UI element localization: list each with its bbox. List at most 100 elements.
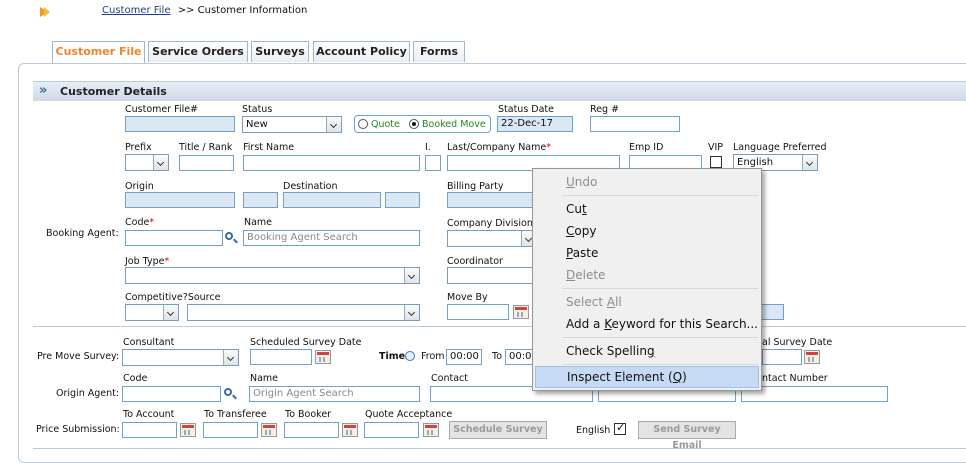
menu-separator [563,195,758,196]
menu-item-check-spelling[interactable]: Check Spelling [535,340,759,362]
menu-item-add-keyword[interactable]: Add a Keyword for this Search... [535,313,759,335]
initial-field[interactable] [425,155,441,171]
move-by-field[interactable] [447,304,509,320]
reg-no-label: Reg # [590,104,620,115]
tab-customer-file[interactable]: Customer File [52,41,145,63]
search-icon[interactable] [225,232,233,240]
from-label: From [421,351,445,362]
calendar-icon[interactable] [804,350,820,364]
menu-item-undo[interactable]: Undo [535,171,759,193]
breadcrumb-separator: >> [177,5,195,16]
scheduled-survey-date-field[interactable] [250,349,312,365]
vip-label: VIP [708,142,724,153]
schedule-survey-button[interactable]: Schedule Survey [449,421,547,439]
consultant-select[interactable] [122,349,239,366]
booking-agent-search-field[interactable]: Booking Agent Search [243,230,420,246]
clock-icon [405,351,415,361]
chevron-down-icon [404,268,419,283]
contact-number-field[interactable] [741,386,888,402]
tab-account-policy[interactable]: Account Policy [313,41,410,62]
origin-code-label: Code [123,373,148,384]
english-checkbox[interactable]: ✓ [614,421,626,435]
destination-label: Destination [283,181,338,192]
menu-item-cut[interactable]: Cut [535,198,759,220]
from-time-field[interactable]: 00:00 [446,349,482,365]
tab-forms[interactable]: Forms [413,41,465,62]
origin-country-field[interactable] [243,192,278,208]
destination-field[interactable] [283,192,381,208]
tab-surveys[interactable]: Surveys [251,41,309,62]
source-select[interactable] [187,304,420,321]
to-booker-field[interactable] [284,422,339,438]
breadcrumb-link[interactable]: Customer File [102,5,171,16]
calendar-icon[interactable] [180,423,196,437]
name-label: Name [244,217,273,228]
booking-agent-code-field[interactable] [125,230,223,246]
origin-name-label: Name [250,373,279,384]
to-account-field[interactable] [122,422,177,438]
time-label: Time [379,351,406,362]
origin-agent-code-field[interactable] [122,386,221,402]
chevron-down-icon [153,155,168,170]
destination-country-field[interactable] [385,192,420,208]
actual-survey-date-field[interactable] [762,349,802,365]
calendar-icon[interactable] [261,423,277,437]
menu-separator [563,337,758,338]
title-rank-field[interactable] [179,155,234,171]
menu-item-paste[interactable]: Paste [535,242,759,264]
calendar-icon[interactable] [315,350,331,364]
search-icon[interactable] [224,388,232,396]
to-time-field[interactable]: 00:00 [505,349,535,365]
english-label: English [576,425,611,436]
first-name-field[interactable] [243,155,420,171]
status-date-field[interactable]: 22-Dec-17 [497,116,573,132]
language-value: English [737,157,774,168]
competitive-select[interactable] [125,304,179,321]
menu-item-inspect-element[interactable]: Inspect Element (Q) [535,366,759,388]
calendar-icon[interactable] [342,423,358,437]
menu-item-select-all[interactable]: Select All [535,291,759,313]
menu-item-copy[interactable]: Copy [535,220,759,242]
tab-service-orders[interactable]: Service Orders [148,41,248,62]
divider [33,326,966,327]
menu-item-delete[interactable]: Delete [535,264,759,286]
calendar-icon[interactable] [513,305,529,319]
initial-label: I. [425,142,431,153]
booked-move-radio[interactable] [409,119,419,129]
required-marker: * [164,256,170,267]
right-field[interactable] [760,304,784,320]
company-division-label: Company Division [447,218,533,229]
to-transferee-field[interactable] [203,422,258,438]
customer-file-no-field[interactable] [125,116,235,132]
send-survey-email-button[interactable]: Send Survey Email [638,421,736,451]
reg-no-field[interactable] [590,116,680,132]
last-company-text: Last/Company Name [447,142,547,153]
language-label: Language Preferred [733,142,827,153]
quote-label: Quote [371,119,400,130]
vip-checkbox[interactable] [710,156,722,168]
job-type-select[interactable] [125,267,420,284]
origin-agent-search-field[interactable]: Origin Agent Search [249,386,420,402]
status-select[interactable]: New [242,116,342,133]
coordinator-select[interactable] [447,267,537,284]
quote-radio[interactable] [358,119,368,129]
origin-field[interactable] [125,192,235,208]
section-header: » Customer Details [33,81,966,101]
origin-label: Origin [125,181,154,192]
source-text: Source [187,292,221,303]
quote-acceptance-label: Quote Acceptance [365,409,453,420]
customer-file-no-label: Customer File# [125,104,199,115]
quote-acceptance-field[interactable] [364,422,419,438]
menu-separator [563,364,758,365]
required-marker: * [546,142,551,153]
calendar-icon[interactable] [423,423,439,437]
breadcrumb-current: Customer Information [197,5,308,16]
contact-label: Contact [431,373,468,384]
company-division-select[interactable] [447,230,537,247]
to-transferee-label: To Transferee [204,409,267,420]
prefix-select[interactable] [125,154,169,171]
billing-party-field[interactable] [447,192,537,208]
arrow-icon-2 [44,7,50,17]
checkmark-icon: ✓ [616,421,626,434]
chevron-down-icon [223,350,238,365]
